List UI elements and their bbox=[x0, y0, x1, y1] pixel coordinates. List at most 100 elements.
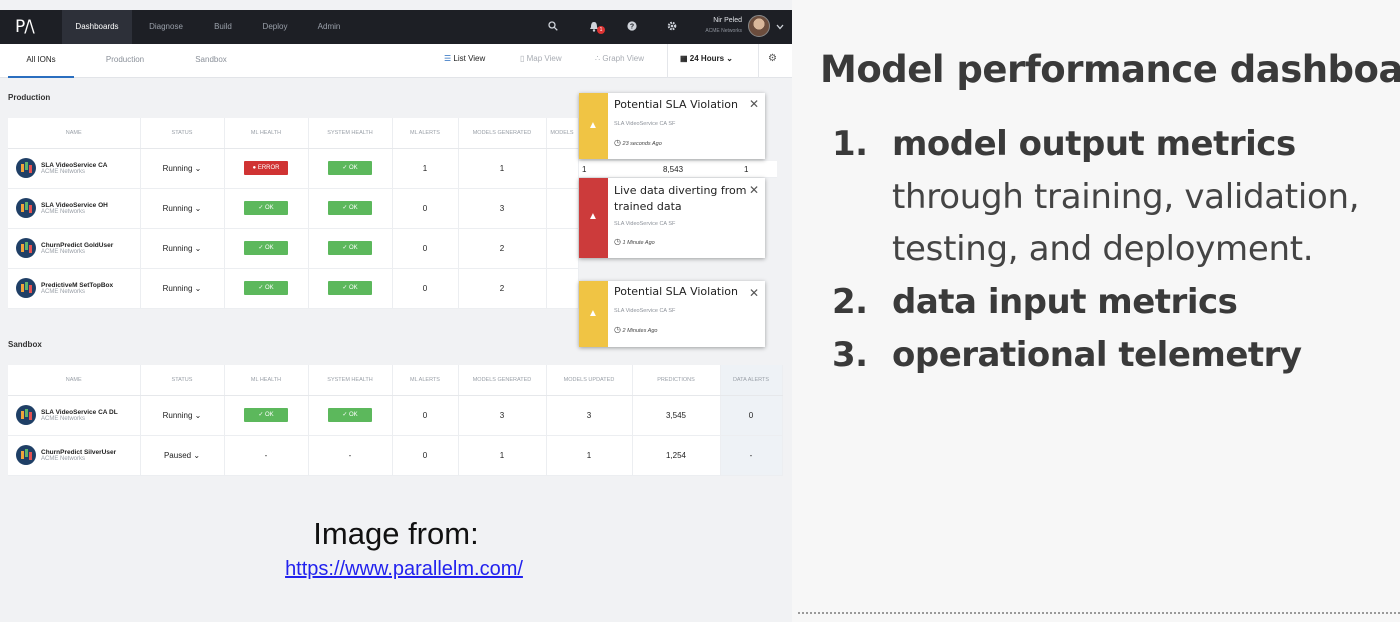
table-row[interactable]: PredictiveM SetTopBox ACME Networks Runni… bbox=[8, 268, 579, 309]
close-icon[interactable]: ✕ bbox=[749, 286, 759, 300]
status-badge-label: OK bbox=[349, 245, 358, 251]
status-badge[interactable]: ✓ OK bbox=[328, 161, 372, 175]
status-cell[interactable]: Running ⌄ bbox=[140, 148, 225, 189]
status-badge[interactable]: ✓ OK bbox=[244, 241, 288, 255]
col-header-models-generated[interactable]: MODELS GENERATED bbox=[458, 365, 547, 396]
col-header-name[interactable]: NAME bbox=[8, 118, 141, 149]
table-row[interactable]: SLA VideoService CA DL ACME Networks Runn… bbox=[8, 395, 783, 436]
table-row[interactable]: ChurnPredict GoldUser ACME Networks Runni… bbox=[8, 228, 579, 269]
col-header-models-generated[interactable]: MODELS GENERATED bbox=[458, 118, 547, 149]
status-badge[interactable]: ✓ OK bbox=[328, 201, 372, 215]
models-generated-cell: 1 bbox=[458, 435, 547, 476]
list-item-number: 1. bbox=[832, 124, 868, 164]
status-dropdown[interactable]: Paused bbox=[164, 451, 191, 460]
models-generated-cell: 3 bbox=[458, 395, 547, 436]
status-badge[interactable]: ✓ OK bbox=[328, 408, 372, 422]
warning-icon: ▲ bbox=[588, 211, 598, 222]
ml-alerts-cell: 0 bbox=[392, 268, 459, 309]
status-badge[interactable]: ✓ OK bbox=[328, 281, 372, 295]
notification-card[interactable]: ▲ Potential SLA Violation SLA VideoServi… bbox=[579, 93, 765, 159]
row-peek: 1 8,543 1 bbox=[579, 161, 777, 178]
col-header-models-updated[interactable]: MODELS UPDATED bbox=[546, 365, 633, 396]
ion-name[interactable]: SLA VideoService CA DL bbox=[41, 409, 118, 416]
status-cell[interactable]: Running ⌄ bbox=[140, 395, 225, 436]
ion-org: ACME Networks bbox=[41, 415, 86, 422]
status-dropdown[interactable]: Running bbox=[163, 164, 193, 173]
notification-card[interactable]: ▲ Live data diverting from trained data … bbox=[579, 178, 765, 258]
status-badge[interactable]: ✓ OK bbox=[328, 241, 372, 255]
nav-dashboards[interactable]: Dashboards bbox=[62, 10, 132, 44]
nav-admin[interactable]: Admin bbox=[306, 10, 352, 44]
app-logo[interactable]: P/\ bbox=[15, 17, 35, 37]
col-header-status[interactable]: STATUS bbox=[140, 365, 225, 396]
settings-gear-icon[interactable]: ⚙ bbox=[768, 53, 777, 64]
status-cell[interactable]: Running ⌄ bbox=[140, 268, 225, 309]
ion-logo-icon bbox=[16, 158, 36, 178]
status-cell[interactable]: Running ⌄ bbox=[140, 228, 225, 269]
table-row[interactable]: SLA VideoService OH ACME Networks Running… bbox=[8, 188, 579, 229]
table-row[interactable]: SLA VideoService CA ACME Networks Running… bbox=[8, 148, 579, 189]
chevron-down-icon: ⌄ bbox=[193, 450, 201, 460]
status-badge-label: ERROR bbox=[257, 165, 280, 171]
status-dropdown[interactable]: Running bbox=[163, 244, 193, 253]
ml-alerts-cell: 0 bbox=[392, 435, 459, 476]
ion-name[interactable]: PredictiveM SetTopBox bbox=[41, 282, 113, 289]
nav-deploy[interactable]: Deploy bbox=[252, 10, 298, 44]
col-header-system-health[interactable]: SYSTEM HEALTH bbox=[308, 365, 393, 396]
col-header-system-health[interactable]: SYSTEM HEALTH bbox=[308, 118, 393, 149]
gear-icon[interactable] bbox=[666, 21, 678, 33]
clock-icon: ◷ bbox=[614, 237, 621, 246]
production-table: NAME STATUS ML HEALTH SYSTEM HEALTH ML A… bbox=[8, 118, 579, 309]
table-row[interactable]: ChurnPredict SilverUser ACME Networks Pau… bbox=[8, 435, 783, 476]
status-badge[interactable]: ✓ OK bbox=[244, 201, 288, 215]
avatar[interactable] bbox=[748, 15, 770, 37]
ion-name[interactable]: ChurnPredict GoldUser bbox=[41, 242, 113, 249]
close-icon[interactable]: ✕ bbox=[749, 183, 759, 197]
image-credit-link[interactable]: https://www.parallelm.com/ bbox=[0, 558, 808, 581]
graph-view-button[interactable]: ∴ Graph View bbox=[595, 54, 644, 63]
list-item-detail: through training, validation, bbox=[892, 177, 1360, 217]
tab-all-ions[interactable]: All IONs bbox=[8, 44, 74, 78]
notification-card[interactable]: ▲ Potential SLA Violation SLA VideoServi… bbox=[579, 281, 765, 347]
tab-sandbox[interactable]: Sandbox bbox=[178, 44, 244, 78]
chevron-down-icon[interactable] bbox=[774, 22, 786, 34]
col-header-predictions[interactable]: PREDICTIONS bbox=[632, 365, 721, 396]
col-header-ml-alerts[interactable]: ML ALERTS bbox=[392, 365, 459, 396]
ion-logo-icon bbox=[16, 445, 36, 465]
search-icon[interactable] bbox=[547, 21, 559, 33]
ml-health-cell: ✓ OK bbox=[224, 188, 309, 229]
status-dropdown[interactable]: Running bbox=[163, 284, 193, 293]
svg-text:?: ? bbox=[630, 24, 634, 31]
status-badge[interactable]: ✓ OK bbox=[244, 408, 288, 422]
models-cell bbox=[546, 148, 579, 189]
ion-name[interactable]: SLA VideoService OH bbox=[41, 202, 108, 209]
notification-source: SLA VideoService CA SF bbox=[614, 221, 676, 227]
map-view-button[interactable]: ▯ Map View bbox=[520, 54, 562, 63]
nav-diagnose[interactable]: Diagnose bbox=[140, 10, 192, 44]
ion-name[interactable]: ChurnPredict SilverUser bbox=[41, 449, 116, 456]
col-header-ml-health[interactable]: ML HEALTH bbox=[224, 118, 309, 149]
ion-name[interactable]: SLA VideoService CA bbox=[41, 162, 107, 169]
check-icon: ✓ bbox=[342, 205, 348, 211]
status-badge[interactable]: ● ERROR bbox=[244, 161, 288, 175]
col-header-name[interactable]: NAME bbox=[8, 365, 141, 396]
help-icon[interactable]: ? bbox=[626, 21, 638, 33]
status-cell[interactable]: Running ⌄ bbox=[140, 188, 225, 229]
status-badge[interactable]: ✓ OK bbox=[244, 281, 288, 295]
status-dropdown[interactable]: Running bbox=[163, 411, 193, 420]
col-header-ml-health[interactable]: ML HEALTH bbox=[224, 365, 309, 396]
list-view-button[interactable]: ☰ List View bbox=[444, 54, 485, 63]
nav-build[interactable]: Build bbox=[200, 10, 246, 44]
time-range-dropdown[interactable]: ▦ 24 Hours ⌄ bbox=[680, 54, 733, 63]
col-header-models[interactable]: MODELS bbox=[546, 118, 579, 149]
col-header-ml-alerts[interactable]: ML ALERTS bbox=[392, 118, 459, 149]
production-section-title: Production bbox=[8, 93, 51, 102]
status-cell[interactable]: Paused ⌄ bbox=[140, 435, 225, 476]
col-header-data-alerts[interactable]: DATA ALERTS bbox=[720, 365, 783, 396]
list-item-heading: model output metrics bbox=[892, 124, 1296, 164]
status-dropdown[interactable]: Running bbox=[163, 204, 193, 213]
col-header-status[interactable]: STATUS bbox=[140, 118, 225, 149]
tab-production[interactable]: Production bbox=[92, 44, 158, 78]
close-icon[interactable]: ✕ bbox=[749, 97, 759, 111]
models-cell bbox=[546, 268, 579, 309]
